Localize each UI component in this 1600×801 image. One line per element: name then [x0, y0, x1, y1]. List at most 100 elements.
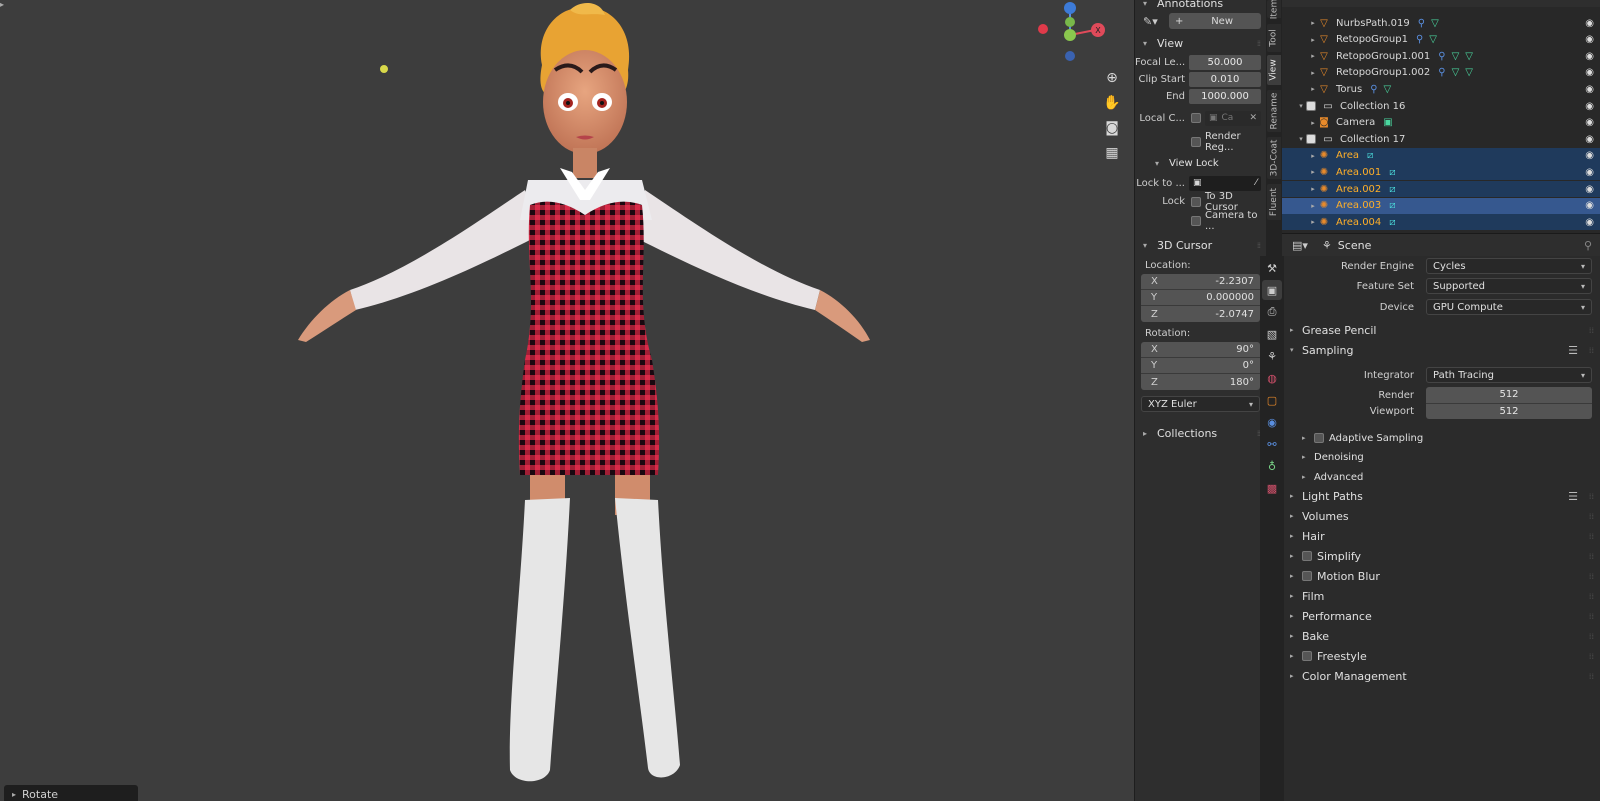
- collection-checkbox[interactable]: [1306, 101, 1316, 111]
- local-camera-checkbox[interactable]: [1191, 113, 1201, 123]
- local-camera-field[interactable]: ▣ Ca ✕: [1205, 110, 1261, 126]
- advanced-section[interactable]: ▸ Advanced: [1282, 467, 1600, 487]
- outliner-row[interactable]: ▸ ✺ Area.004 ⧄ ◉: [1282, 214, 1600, 231]
- outliner-row[interactable]: ▸ ✺ Area ⧄ ◉: [1282, 147, 1600, 164]
- modifier-wrench-icon[interactable]: ⚲: [1418, 18, 1425, 29]
- visibility-eye-icon[interactable]: ◉: [1585, 101, 1594, 112]
- tab-rename[interactable]: Rename: [1267, 90, 1281, 132]
- visibility-eye-icon[interactable]: ◉: [1585, 18, 1594, 29]
- modifier-wrench-icon[interactable]: ⚲: [1438, 51, 1445, 62]
- freestyle-section[interactable]: ▸ Freestyle ⁞⁞: [1282, 646, 1600, 666]
- 3d-viewport[interactable]: ▸ X ⊕ ✋ ◙ ▦ ▸ Rotate: [0, 0, 1134, 801]
- disclosure-triangle-icon[interactable]: ▸: [1308, 52, 1318, 60]
- feature-set-dropdown[interactable]: Supported ▾: [1426, 278, 1592, 294]
- to-3d-cursor-checkbox[interactable]: [1191, 196, 1201, 207]
- viewport-samples-field[interactable]: 512: [1426, 403, 1592, 419]
- simplify-checkbox[interactable]: [1302, 551, 1312, 561]
- motion-blur-checkbox[interactable]: [1302, 571, 1312, 581]
- sampling-section[interactable]: ▾ Sampling ☰ ⁞⁞: [1282, 340, 1600, 360]
- clip-start-field[interactable]: 0.010: [1189, 72, 1261, 87]
- zoom-icon[interactable]: ⊕: [1100, 66, 1124, 90]
- tab-tool[interactable]: Tool: [1267, 24, 1281, 52]
- gizmo-neg-x-icon[interactable]: [1038, 24, 1048, 34]
- render-region-checkbox[interactable]: [1191, 137, 1201, 147]
- tab-item[interactable]: Item: [1267, 0, 1281, 19]
- outliner-row[interactable]: ▾ ▭ Collection 16 ◉: [1282, 98, 1600, 114]
- camera-to-view-checkbox[interactable]: [1191, 216, 1201, 226]
- light-paths-section[interactable]: ▸ Light Paths ☰ ⁞⁞: [1282, 486, 1600, 506]
- light-data-icon[interactable]: ⧄: [1367, 150, 1373, 161]
- disclosure-triangle-icon[interactable]: ▾: [1296, 102, 1306, 110]
- mesh-data-icon[interactable]: ▽: [1429, 34, 1437, 45]
- last-operator-panel[interactable]: ▸ Rotate: [4, 785, 138, 801]
- tool-tab-icon[interactable]: ⚒: [1262, 258, 1282, 278]
- pin-icon[interactable]: ⚲: [1584, 239, 1592, 252]
- texture-tab-icon[interactable]: ▩: [1262, 478, 1282, 498]
- outliner-row[interactable]: ▸ ▽ RetopoGroup1 ⚲ ▽ ◉: [1282, 32, 1600, 48]
- tab-view[interactable]: View: [1267, 55, 1281, 85]
- disclosure-triangle-icon[interactable]: ▸: [1308, 69, 1318, 77]
- volumes-section[interactable]: ▸ Volumes ⁞⁞: [1282, 506, 1600, 526]
- outliner-row[interactable]: ▸ ▽ RetopoGroup1.001 ⚲ ▽ ▽ ◉: [1282, 48, 1600, 64]
- render-engine-dropdown[interactable]: Cycles ▾: [1426, 258, 1592, 274]
- disclosure-triangle-icon[interactable]: ▸: [1308, 36, 1318, 44]
- visibility-eye-icon[interactable]: ◉: [1585, 184, 1594, 195]
- outliner-row[interactable]: ▸ ▽ Torus ⚲ ▽ ◉: [1282, 81, 1600, 97]
- adaptive-sampling-checkbox[interactable]: [1314, 433, 1324, 443]
- visibility-eye-icon[interactable]: ◉: [1585, 34, 1594, 45]
- disclosure-triangle-icon[interactable]: ▸: [1308, 168, 1318, 176]
- rotation-y-field[interactable]: Y 0°: [1141, 358, 1260, 374]
- location-x-field[interactable]: X -2.2307: [1141, 274, 1260, 290]
- location-z-field[interactable]: Z -2.0747: [1141, 306, 1260, 322]
- render-tab-icon[interactable]: ▣: [1262, 280, 1282, 300]
- corner-arrow-icon[interactable]: ▸: [0, 0, 4, 9]
- motion-blur-section[interactable]: ▸ Motion Blur ⁞⁞: [1282, 566, 1600, 586]
- tab-fluent[interactable]: Fluent: [1267, 184, 1281, 220]
- grease-pencil-section[interactable]: ▸ Grease Pencil ⁞⁞: [1282, 320, 1600, 340]
- view-lock-header[interactable]: ▾ View Lock: [1135, 153, 1266, 173]
- mesh-data-icon[interactable]: ▽: [1465, 51, 1473, 62]
- visibility-eye-icon[interactable]: ◉: [1585, 117, 1594, 128]
- mesh-data-icon[interactable]: ▽: [1465, 67, 1473, 78]
- light-data-icon[interactable]: ⧄: [1389, 184, 1395, 195]
- disclosure-triangle-icon[interactable]: ▸: [1308, 218, 1318, 226]
- visibility-eye-icon[interactable]: ◉: [1585, 84, 1594, 95]
- character-model[interactable]: [280, 0, 900, 801]
- visibility-eye-icon[interactable]: ◉: [1585, 134, 1594, 145]
- camera-icon[interactable]: ◙: [1100, 116, 1124, 140]
- mesh-data-icon[interactable]: ▽: [1452, 51, 1460, 62]
- modifier-wrench-icon[interactable]: ⚲: [1416, 34, 1423, 45]
- grid-ortho-icon[interactable]: ▦: [1100, 141, 1124, 165]
- physics-tab-icon[interactable]: ◉: [1262, 412, 1282, 432]
- view-layer-tab-icon[interactable]: ▧: [1262, 324, 1282, 344]
- collections-header[interactable]: ▸ Collections ⁞⁞: [1135, 422, 1266, 444]
- disclosure-triangle-icon[interactable]: ▸: [1308, 119, 1318, 127]
- location-y-field[interactable]: Y 0.000000: [1141, 290, 1260, 306]
- disclosure-triangle-icon[interactable]: ▸: [1308, 19, 1318, 27]
- rotation-x-field[interactable]: X 90°: [1141, 342, 1260, 358]
- clear-x-icon[interactable]: ✕: [1249, 113, 1257, 123]
- rotation-z-field[interactable]: Z 180°: [1141, 374, 1260, 390]
- outliner-row[interactable]: ▸ ◙ Camera ▣ ◉: [1282, 115, 1600, 131]
- outliner-row[interactable]: ▾ ▭ Collection 17 ◉: [1282, 131, 1600, 147]
- world-tab-icon[interactable]: ◍: [1262, 368, 1282, 388]
- mesh-data-icon[interactable]: ▽: [1431, 18, 1439, 29]
- device-dropdown[interactable]: GPU Compute ▾: [1426, 299, 1592, 315]
- disclosure-triangle-icon[interactable]: ▸: [1308, 85, 1318, 93]
- constraints-tab-icon[interactable]: ⚯: [1262, 434, 1282, 454]
- mesh-data-icon[interactable]: ▽: [1452, 67, 1460, 78]
- disclosure-triangle-icon[interactable]: ▸: [1308, 202, 1318, 210]
- light-data-tab-icon[interactable]: ♁: [1262, 456, 1282, 476]
- lock-to-object-field[interactable]: ▣ ⁄: [1189, 175, 1261, 191]
- annotations-header[interactable]: ▾ Annotations: [1135, 0, 1266, 10]
- visibility-eye-icon[interactable]: ◉: [1585, 200, 1594, 211]
- clip-end-field[interactable]: 1000.000: [1189, 89, 1261, 104]
- annotate-tool-icon[interactable]: ✎▾: [1143, 15, 1158, 28]
- outliner-row[interactable]: ▸ ✺ Area.002 ⧄ ◉: [1282, 181, 1600, 197]
- light-data-icon[interactable]: ⧄: [1389, 200, 1395, 211]
- simplify-section[interactable]: ▸ Simplify ⁞⁞: [1282, 546, 1600, 566]
- denoising-section[interactable]: ▸ Denoising: [1282, 447, 1600, 467]
- new-annotation-button[interactable]: + New: [1169, 13, 1261, 29]
- collection-checkbox[interactable]: [1306, 134, 1316, 145]
- modifier-wrench-icon[interactable]: ⚲: [1370, 84, 1377, 95]
